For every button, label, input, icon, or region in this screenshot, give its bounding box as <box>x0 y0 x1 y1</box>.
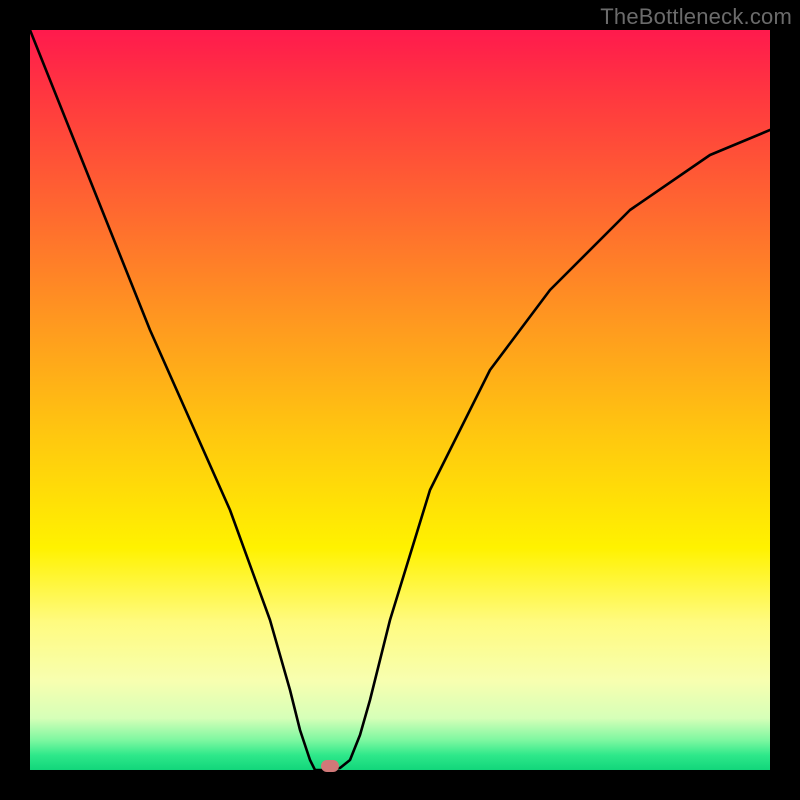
optimum-marker <box>321 760 339 772</box>
curve-path <box>30 30 770 770</box>
plot-area <box>30 30 770 770</box>
bottleneck-curve <box>30 30 770 770</box>
watermark-text: TheBottleneck.com <box>600 4 792 30</box>
chart-frame: TheBottleneck.com <box>0 0 800 800</box>
